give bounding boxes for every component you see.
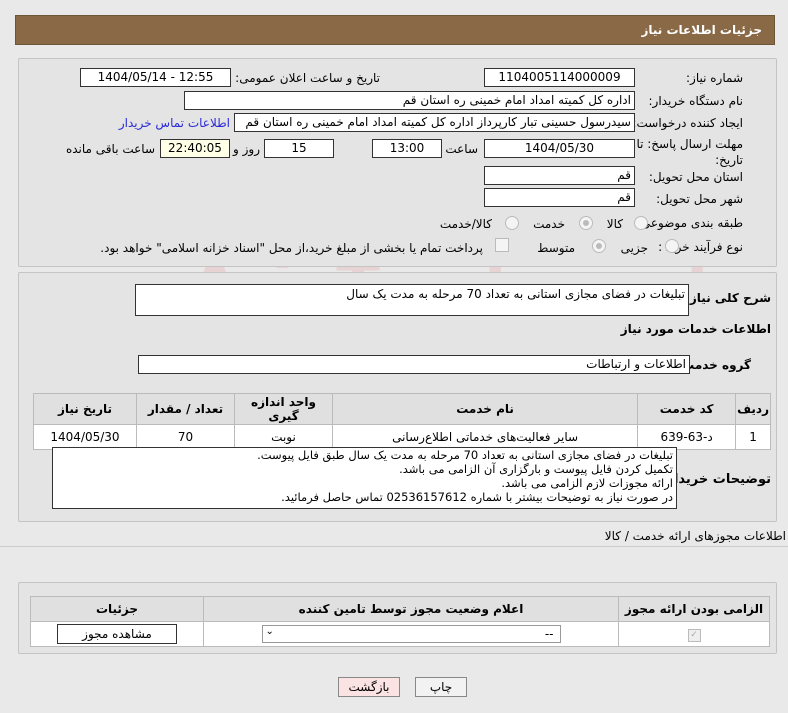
permit-status-select[interactable]: ⌄ -- xyxy=(261,625,561,643)
announce-label: تاریخ و ساعت اعلان عمومی: xyxy=(235,71,380,85)
table-row: 1 د-63-639 سایر فعالیت‌های خدماتی اطلاع‌… xyxy=(33,424,771,450)
buyer-notes-label: توضیحات خریدار: xyxy=(661,472,771,487)
col-date: تاریخ نیاز xyxy=(33,393,137,425)
cell-date: 1404/05/30 xyxy=(33,424,137,450)
treasury-payment-text: پرداخت تمام یا بخشی از مبلغ خرید،از محل … xyxy=(100,241,483,255)
buyer-field: اداره کل کمیته امداد امام خمینی ره استان… xyxy=(184,91,635,110)
col-name: نام خدمت xyxy=(331,393,639,425)
days-label: روز و xyxy=(233,142,260,156)
note-line: در صورت نیاز به توضیحات بیشتر با شماره 0… xyxy=(281,490,673,504)
chevron-down-icon: ⌄ xyxy=(265,626,274,637)
category-radio-both[interactable] xyxy=(505,216,519,230)
service-group-field: اطلاعات و ارتباطات xyxy=(138,355,690,374)
permits-table: الزامی بودن ارائه مجوز اعلام وضعیت مجوز … xyxy=(30,596,770,647)
city-field: قم xyxy=(484,188,635,207)
col-unit: واحد اندازه گیری xyxy=(234,393,333,425)
col-required: الزامی بودن ارائه مجوز xyxy=(618,596,770,622)
category-radio-service[interactable] xyxy=(579,216,593,230)
col-qty: تعداد / مقدار xyxy=(136,393,235,425)
col-details: جزئیات xyxy=(30,596,204,622)
cell-name: سایر فعالیت‌های خدماتی اطلاع‌رسانی xyxy=(331,424,639,450)
announce-field: 1404/05/14 - 12:55 xyxy=(80,68,231,87)
category-option-both: کالا/خدمت xyxy=(439,217,492,231)
permits-title: اطلاعات مجوزهای ارائه خدمت / کالا xyxy=(604,529,786,543)
creator-field: سیدرسول حسینی تبار کارپرداز اداره کل کمی… xyxy=(234,113,635,132)
remaining-label: ساعت باقی مانده xyxy=(65,142,155,156)
province-label: استان محل تحویل: xyxy=(648,170,743,184)
need-number-label: شماره نیاز: xyxy=(686,71,743,85)
table-row: ✓ ⌄ -- مشاهده مجوز xyxy=(30,621,770,647)
category-label: طبقه بندی موضوعی: xyxy=(636,216,743,230)
time-label: ساعت xyxy=(445,142,478,156)
category-option-goods: کالا xyxy=(606,217,623,231)
col-row: ردیف xyxy=(735,393,771,425)
deadline-label: مهلت ارسال پاسخ: تا تاریخ: xyxy=(636,137,743,167)
creator-label: ایجاد کننده درخواست: xyxy=(632,116,743,130)
view-permit-button[interactable]: مشاهده مجوز xyxy=(57,624,177,644)
days-field: 15 xyxy=(264,139,334,158)
process-option-minor: جزیی xyxy=(620,241,648,255)
page-title: جزئیات اطلاعات نیاز xyxy=(641,23,762,37)
process-radio-medium[interactable] xyxy=(592,239,606,253)
note-line: تبلیغات در فضای مجازی استانی به تعداد 70… xyxy=(257,448,673,462)
note-line: ارائه مجوزات لازم الزامی می باشد. xyxy=(501,476,673,490)
col-status: اعلام وضعیت مجوز توسط تامین کننده xyxy=(203,596,619,622)
city-label: شهر محل تحویل: xyxy=(656,192,743,206)
remaining-time-field: 22:40:05 xyxy=(160,139,230,158)
col-code: کد خدمت xyxy=(637,393,737,425)
contact-buyer-link[interactable]: اطلاعات تماس خریدار xyxy=(119,116,230,130)
buyer-label: نام دستگاه خریدار: xyxy=(648,94,744,108)
summary-label: شرح کلی نیاز: xyxy=(685,291,771,305)
required-checkbox: ✓ xyxy=(687,629,701,642)
need-number-field: 1104005114000009 xyxy=(484,68,635,87)
province-field: قم xyxy=(484,166,635,185)
cell-row: 1 xyxy=(735,424,771,450)
deadline-time-field: 13:00 xyxy=(372,139,442,158)
category-option-service: خدمت xyxy=(533,217,565,231)
divider xyxy=(0,546,788,547)
select-value: -- xyxy=(544,627,554,641)
summary-textarea[interactable]: تبلیغات در فضای مجازی استانی به تعداد 70… xyxy=(135,284,689,316)
note-line: تکمیل کردن فایل پیوست و بارگزاری آن الزا… xyxy=(399,462,673,476)
process-radio-minor[interactable] xyxy=(665,239,679,253)
treasury-payment-checkbox[interactable] xyxy=(495,238,509,252)
process-option-medium: متوسط xyxy=(537,241,575,255)
services-table: ردیف کد خدمت نام خدمت واحد اندازه گیری ت… xyxy=(33,393,771,450)
category-radio-goods[interactable] xyxy=(634,216,648,230)
cell-qty: 70 xyxy=(136,424,235,450)
services-title: اطلاعات خدمات مورد نیاز xyxy=(620,322,771,336)
deadline-date-field: 1404/05/30 xyxy=(484,139,635,158)
cell-code: د-63-639 xyxy=(637,424,737,450)
back-button[interactable]: بازگشت xyxy=(338,677,400,697)
print-button[interactable]: چاپ xyxy=(415,677,467,697)
page-header: جزئیات اطلاعات نیاز xyxy=(15,15,775,45)
buyer-notes-textarea[interactable]: تبلیغات در فضای مجازی استانی به تعداد 70… xyxy=(52,447,677,509)
cell-unit: نوبت xyxy=(234,424,333,450)
